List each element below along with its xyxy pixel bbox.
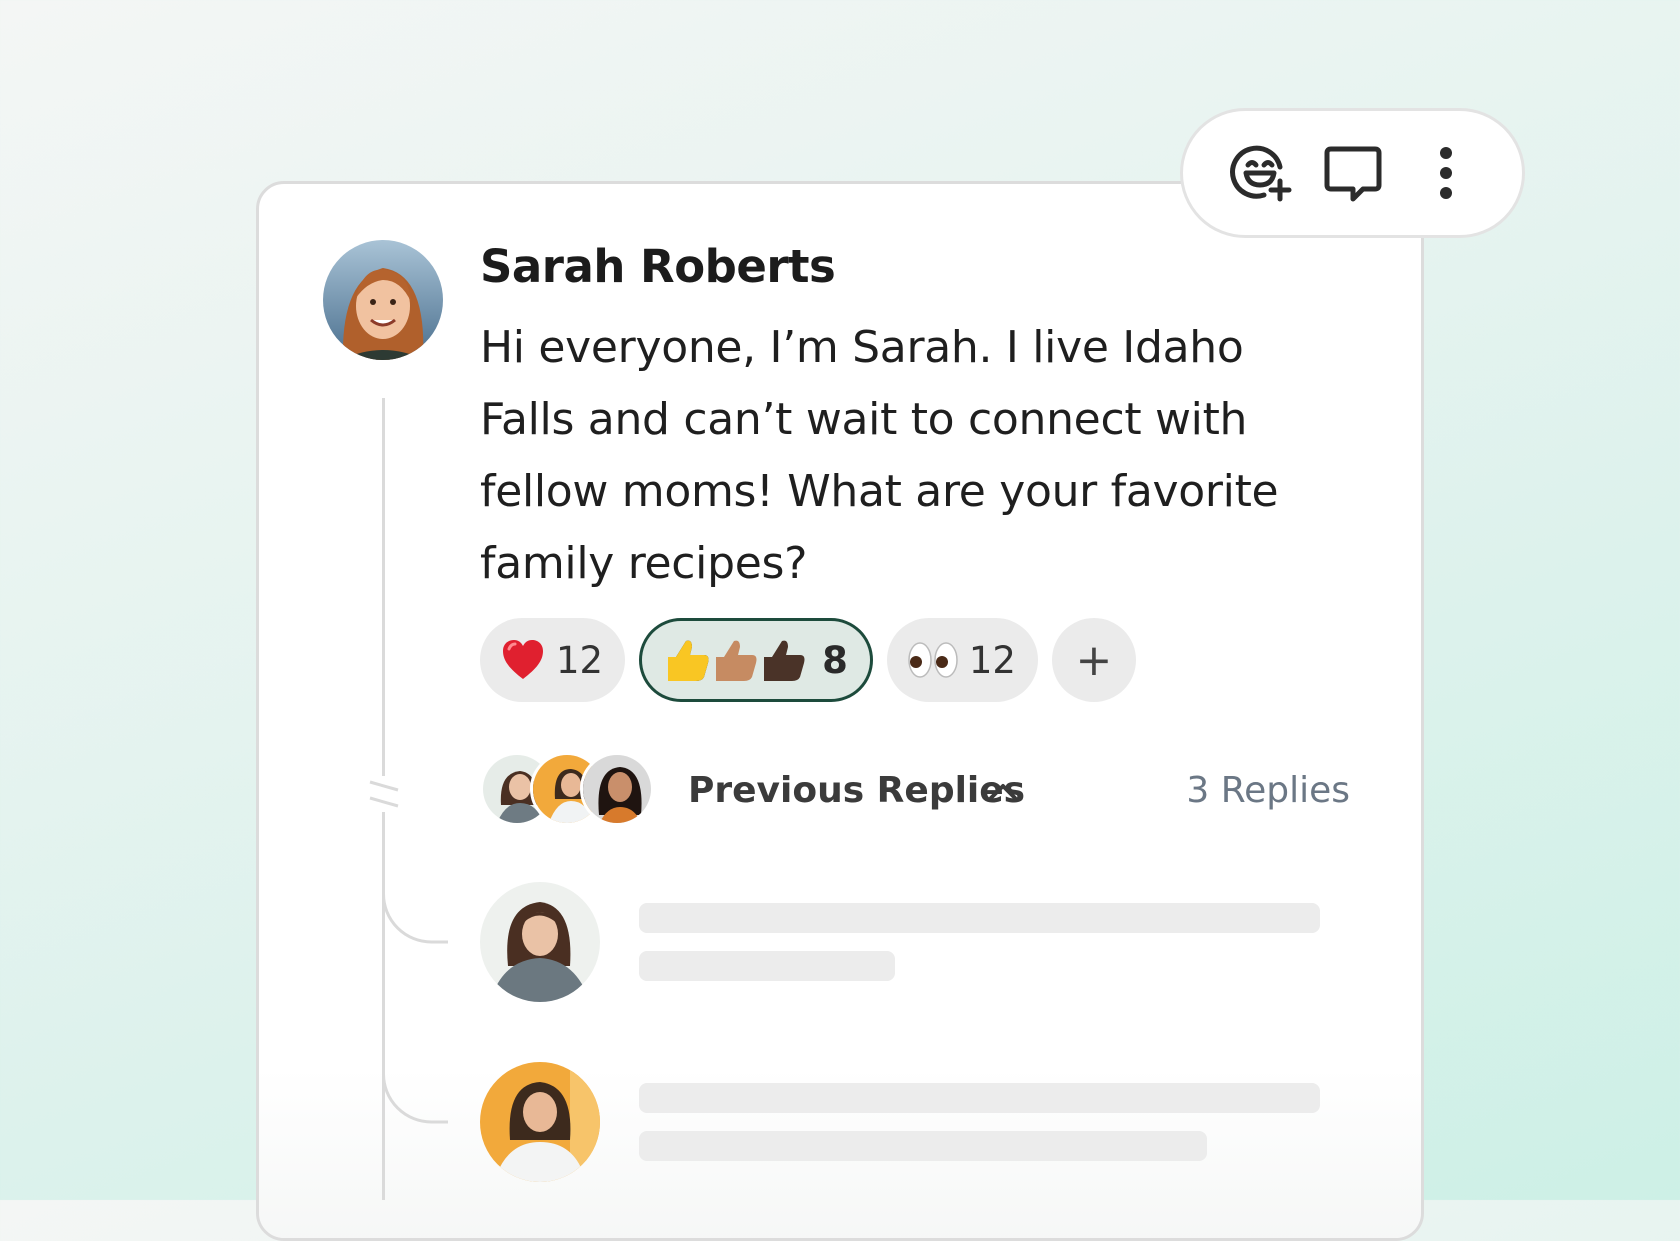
previous-replies-label: Previous Replies: [688, 770, 1026, 811]
message-body: Hi everyone, I’m Sarah. I live Idaho Fal…: [480, 322, 1279, 589]
reaction-heart[interactable]: 12: [480, 618, 626, 702]
reaction-thumbs-up-count: 8: [822, 638, 848, 682]
reply-1-skeleton-line-1: [639, 903, 1320, 933]
reply-connector-2: [382, 1060, 448, 1124]
reaction-heart-count: 12: [556, 638, 604, 682]
reply-1-skeleton-line-2: [639, 951, 895, 981]
thumbs-up-emoji-icon: [668, 640, 805, 681]
author-name[interactable]: Sarah Roberts: [480, 240, 836, 293]
add-reaction-chip[interactable]: +: [1051, 618, 1136, 702]
previous-replies-row[interactable]: Previous Replies 3 Replies: [480, 752, 1350, 832]
more-vertical-icon: [1439, 147, 1452, 199]
add-reaction-button[interactable]: [1224, 137, 1296, 209]
comment-button[interactable]: [1317, 137, 1389, 209]
heart-emoji-icon: [503, 640, 543, 679]
add-reaction-icon: [1229, 145, 1291, 202]
eyes-emoji-icon: [908, 642, 958, 678]
reply-avatar-3: [580, 752, 654, 826]
thread-break-mark: [369, 776, 399, 812]
reaction-thumbs-up[interactable]: 8: [639, 618, 873, 702]
more-options-button[interactable]: [1410, 137, 1482, 209]
comment-icon: [1324, 146, 1381, 202]
reply-1-avatar[interactable]: [480, 882, 600, 1002]
author-avatar[interactable]: [323, 240, 443, 360]
reaction-eyes-count: 12: [968, 638, 1016, 682]
chevron-up-icon[interactable]: [988, 780, 1018, 804]
reaction-eyes[interactable]: 12: [886, 618, 1038, 702]
reply-2-skeleton-line-2: [639, 1131, 1207, 1161]
reply-2-avatar[interactable]: [480, 1062, 600, 1182]
message-action-toolbar: [1180, 108, 1525, 238]
reply-2-skeleton-line-1: [639, 1083, 1320, 1113]
reply-count[interactable]: 3 Replies: [1186, 770, 1350, 811]
reply-connector-1: [382, 880, 448, 944]
reaction-bar: 12 8 12 +: [480, 618, 1136, 702]
